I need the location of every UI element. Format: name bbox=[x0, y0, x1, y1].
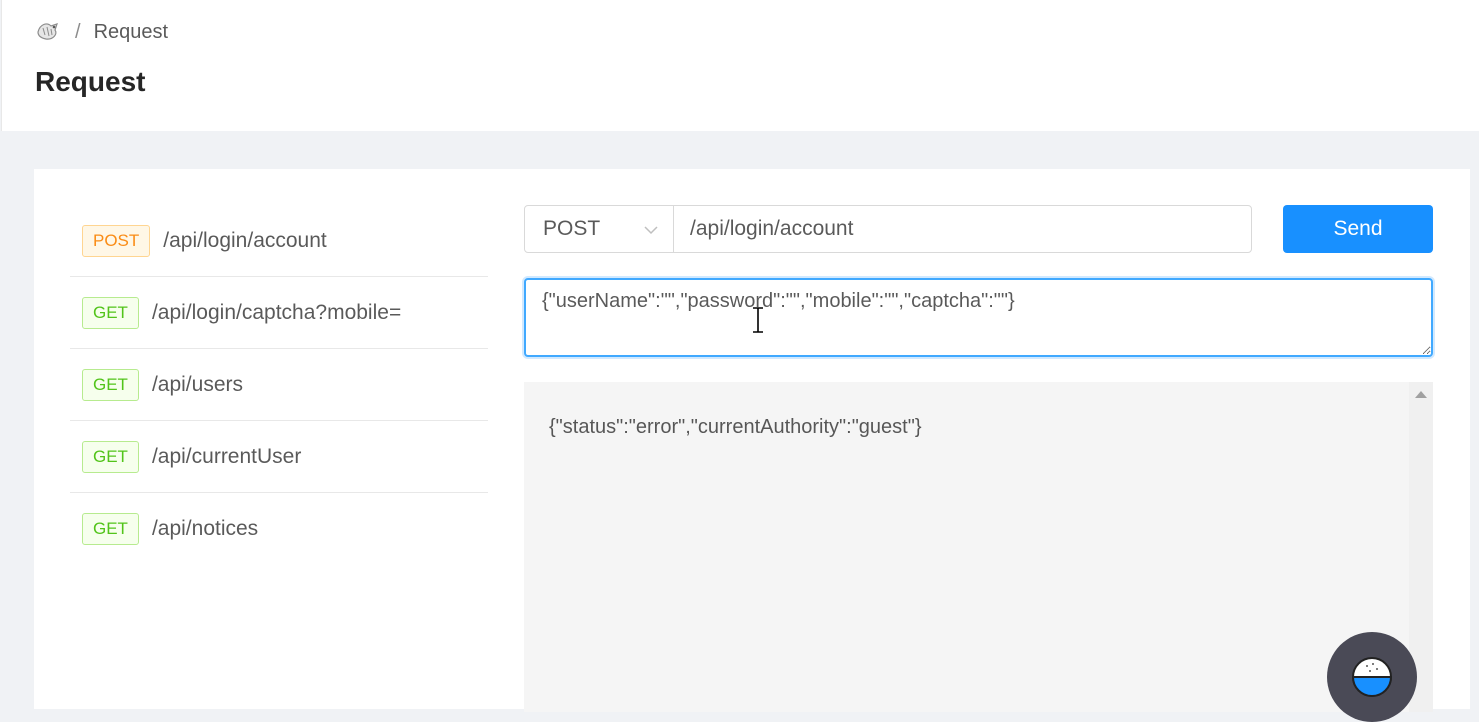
api-path: /api/login/captcha?mobile= bbox=[151, 300, 402, 324]
api-path: /api/currentUser bbox=[151, 444, 302, 468]
api-list-item[interactable]: GET /api/users bbox=[70, 349, 488, 421]
response-panel: {"status":"error","currentAuthority":"gu… bbox=[524, 382, 1433, 712]
method-tag-get: GET bbox=[82, 296, 139, 329]
send-button[interactable]: Send bbox=[1283, 205, 1433, 253]
home-icon[interactable] bbox=[35, 20, 61, 44]
request-row: POST Send bbox=[524, 205, 1433, 253]
breadcrumb-current: Request bbox=[93, 20, 169, 43]
floating-widget[interactable] bbox=[1327, 632, 1417, 722]
api-path: /api/users bbox=[151, 372, 243, 396]
api-path: /api/notices bbox=[151, 517, 259, 540]
page-header: / Request Request bbox=[1, 0, 1479, 131]
api-path: /api/login/account bbox=[163, 228, 327, 252]
api-list-item[interactable]: POST /api/login/account bbox=[70, 205, 488, 277]
api-list: POST /api/login/account GET /api/login/c… bbox=[70, 205, 488, 565]
text-cursor-icon bbox=[753, 307, 763, 333]
method-select[interactable]: POST bbox=[524, 205, 674, 253]
rice-bowl-icon bbox=[1351, 657, 1393, 697]
breadcrumb-separator: / bbox=[75, 20, 81, 43]
response-text: {"status":"error","currentAuthority":"gu… bbox=[549, 416, 922, 438]
method-tag-get: GET bbox=[82, 368, 139, 401]
method-tag-get: GET bbox=[82, 513, 139, 545]
method-tag-get: GET bbox=[82, 440, 139, 473]
request-body-textarea[interactable] bbox=[524, 278, 1433, 357]
page-title: Request bbox=[35, 66, 146, 97]
api-list-item[interactable]: GET /api/notices bbox=[70, 493, 488, 565]
chevron-down-icon bbox=[644, 226, 658, 235]
url-input[interactable] bbox=[673, 205, 1252, 253]
api-list-item[interactable]: GET /api/login/captcha?mobile= bbox=[70, 277, 488, 349]
breadcrumb: / Request bbox=[35, 18, 168, 46]
request-card: POST /api/login/account GET /api/login/c… bbox=[34, 169, 1470, 712]
method-tag-post: POST bbox=[82, 224, 151, 257]
method-select-value: POST bbox=[543, 217, 601, 240]
api-list-item[interactable]: GET /api/currentUser bbox=[70, 421, 488, 493]
scroll-up-arrow-icon[interactable] bbox=[1415, 391, 1427, 398]
